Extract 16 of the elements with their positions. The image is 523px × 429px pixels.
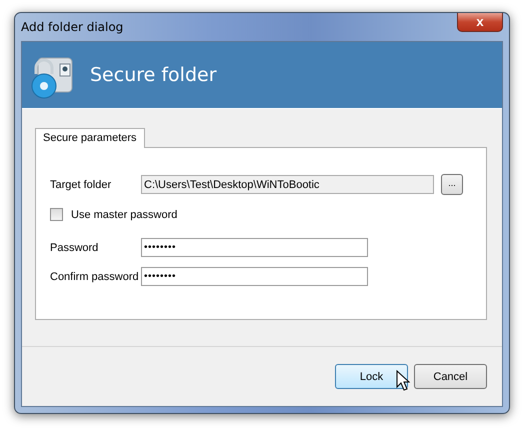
close-button[interactable]: x — [457, 13, 503, 32]
browse-button[interactable]: ... — [441, 174, 463, 195]
header-title: Secure folder — [90, 64, 217, 86]
checkbox-label: Use master password — [71, 208, 178, 220]
target-folder-field[interactable]: C:\Users\Test\Desktop\WiNToBootic — [141, 175, 434, 194]
dialog-button[interactable]: Lock — [335, 364, 408, 389]
checkbox[interactable] — [50, 208, 63, 221]
field-label: Confirm password — [50, 270, 140, 282]
tab[interactable]: Secure parameters — [35, 128, 145, 148]
dialog-button[interactable]: Cancel — [414, 364, 487, 389]
field-label: Password — [50, 242, 100, 254]
cursor-icon — [396, 370, 410, 392]
field-label: Target folder — [50, 178, 112, 190]
password-field[interactable]: •••••••• — [141, 238, 368, 257]
window-title: Add folder dialog — [21, 20, 124, 34]
password-field[interactable]: •••••••• — [141, 267, 368, 286]
